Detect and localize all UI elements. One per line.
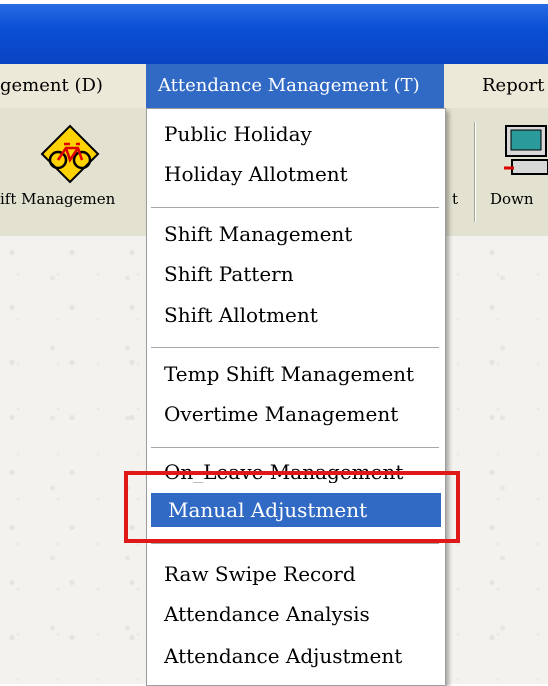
menu-item-attendance-adjustment[interactable]: Attendance Adjustment [147,639,445,673]
menu-item-report[interactable]: Report [482,64,544,108]
computer-download-icon [504,125,548,175]
annotation-highlight-box [124,471,460,543]
menu-item-holiday-allotment[interactable]: Holiday Allotment [147,157,445,191]
menu-separator [151,447,439,449]
toolbar-button-download[interactable]: Down [480,108,548,236]
menu-separator [151,207,439,209]
menu-item-overtime-management[interactable]: Overtime Management [147,397,445,431]
menu-separator [151,543,439,545]
menu-bar: gement (D) Attendance Management (T) Rep… [0,64,548,109]
toolbar-label-shift-management: ift Managemen [0,190,116,208]
menu-item-management-d[interactable]: gement (D) [0,64,103,108]
menu-item-shift-allotment[interactable]: Shift Allotment [147,298,445,332]
menu-separator [151,347,439,349]
title-bar-top-edge [0,0,548,4]
toolbar-separator [474,122,476,222]
attendance-management-dropdown: Public Holiday Holiday Allotment Shift M… [146,108,446,686]
window-title-bar [0,0,548,64]
toolbar-button-shift-management[interactable]: ift Managemen [0,108,140,236]
menu-item-attendance-analysis[interactable]: Attendance Analysis [147,597,445,631]
menu-item-attendance-management[interactable]: Attendance Management (T) [146,64,444,108]
toolbar-label-download: Down [490,190,534,208]
toolbar-label-partial: t [452,190,459,208]
menu-item-shift-pattern[interactable]: Shift Pattern [147,257,445,291]
menu-item-raw-swipe-record[interactable]: Raw Swipe Record [147,557,445,591]
menu-item-public-holiday[interactable]: Public Holiday [147,117,445,151]
menu-item-temp-shift-management[interactable]: Temp Shift Management [147,357,445,391]
menu-item-shift-management[interactable]: Shift Management [147,217,445,251]
bicycle-icon [40,124,100,184]
